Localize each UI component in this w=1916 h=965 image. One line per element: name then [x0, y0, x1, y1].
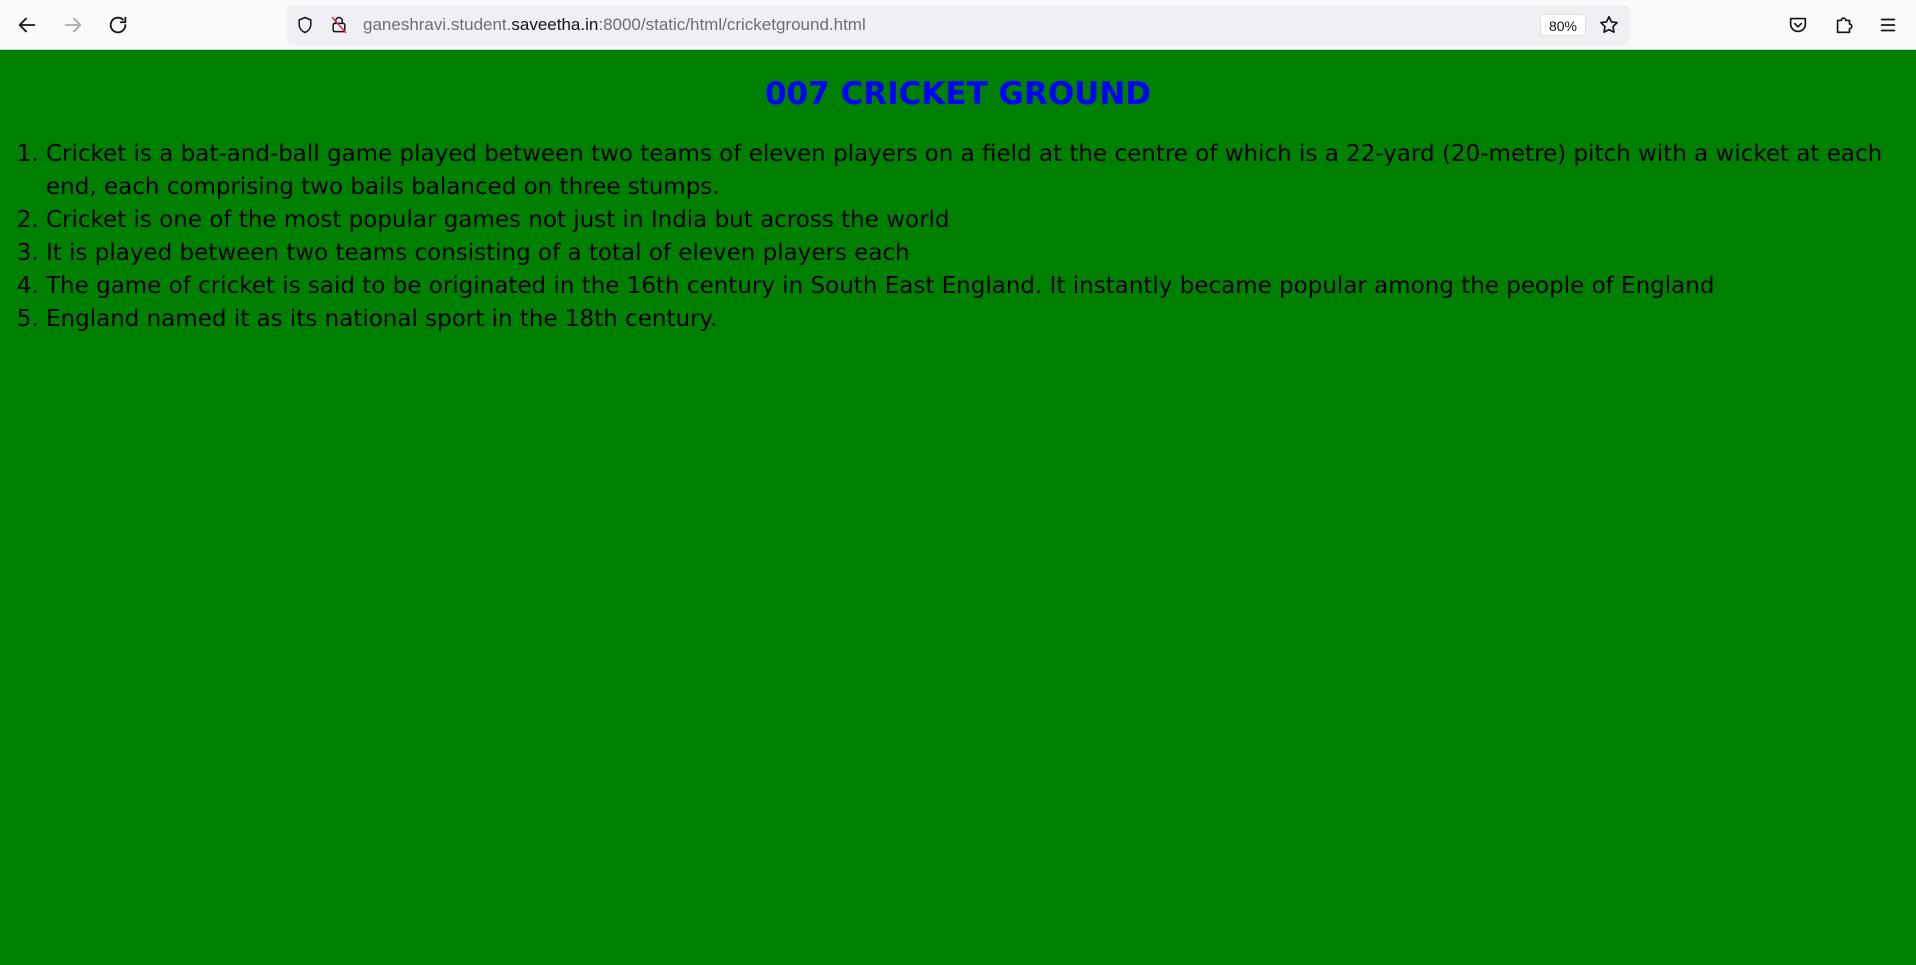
url-suffix: :8000/static/html/cricketground.html	[598, 15, 866, 34]
url-domain: saveetha.in	[511, 15, 599, 34]
reload-button[interactable]	[102, 9, 134, 41]
reload-icon	[109, 16, 127, 34]
address-bar[interactable]: ganeshravi.student.saveetha.in:8000/stat…	[287, 5, 1629, 45]
star-icon	[1600, 15, 1618, 33]
page-content: 007 CRICKET GROUND Cricket is a bat-and-…	[0, 50, 1916, 965]
list-item: It is played between two teams consistin…	[46, 237, 1900, 270]
list-item: England named it as its national sport i…	[46, 303, 1900, 336]
shield-icon[interactable]	[294, 14, 316, 36]
pocket-icon	[1789, 17, 1807, 33]
bookmark-star-button[interactable]	[1597, 13, 1621, 37]
browser-toolbar: ganeshravi.student.saveetha.in:8000/stat…	[0, 0, 1916, 50]
list-item: Cricket is a bat-and-ball game played be…	[46, 138, 1900, 204]
arrow-right-icon	[64, 17, 82, 33]
arrow-left-icon	[18, 17, 36, 33]
page-title: 007 CRICKET GROUND	[764, 76, 1152, 112]
insecure-lock-icon[interactable]	[328, 14, 350, 36]
forward-button[interactable]	[57, 9, 89, 41]
puzzle-icon	[1836, 17, 1853, 34]
app-menu-button[interactable]	[1876, 13, 1900, 37]
zoom-level-button[interactable]: 80%	[1540, 14, 1586, 36]
extensions-button[interactable]	[1832, 13, 1856, 37]
list-item: Cricket is one of the most popular games…	[46, 204, 1900, 237]
url-prefix: ganeshravi.student.	[363, 15, 512, 34]
list-item: The game of cricket is said to be origin…	[46, 270, 1900, 303]
hamburger-menu-icon	[1880, 18, 1896, 32]
pocket-button[interactable]	[1786, 13, 1810, 37]
back-button[interactable]	[11, 9, 43, 41]
url-text[interactable]: ganeshravi.student.saveetha.in:8000/stat…	[363, 15, 866, 35]
cricket-facts-list: Cricket is a bat-and-ball game played be…	[0, 138, 1900, 336]
